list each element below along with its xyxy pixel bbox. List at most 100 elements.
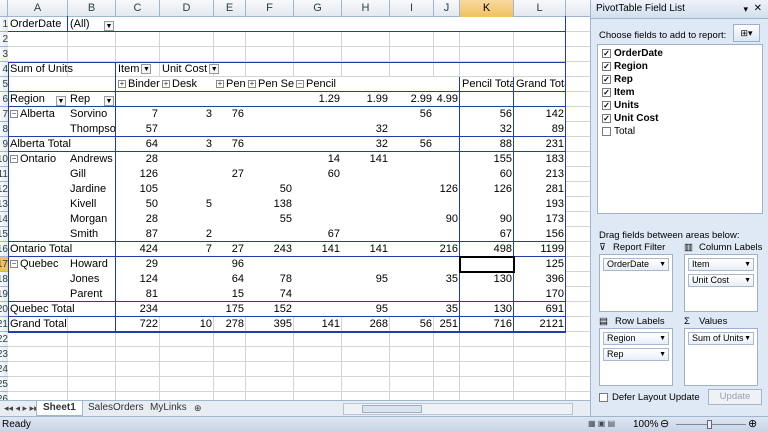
row-header-4[interactable]: 4 [0, 62, 8, 77]
item-binder[interactable]: + Binder [116, 77, 160, 92]
value-cell[interactable]: 28 [116, 152, 160, 167]
value-cell[interactable] [246, 107, 294, 122]
dropdown-arrow-icon[interactable]: ▼ [104, 96, 114, 107]
value-cell[interactable]: 50 [246, 182, 294, 197]
value-cell[interactable] [214, 182, 246, 197]
value-cell[interactable] [460, 197, 514, 212]
value-cell[interactable] [434, 152, 460, 167]
value-cell[interactable]: 35 [434, 302, 460, 317]
value-cell[interactable] [434, 257, 460, 272]
value-cell[interactable]: 32 [460, 122, 514, 137]
field-item-orderdate[interactable]: ✓ OrderDate [598, 47, 762, 60]
row-header-8[interactable]: 8 [0, 122, 8, 137]
value-cell[interactable] [342, 182, 390, 197]
row-header-18[interactable]: 18 [0, 272, 8, 287]
column-header-g[interactable]: G [294, 0, 342, 17]
value-cell[interactable] [390, 122, 434, 137]
rep-label[interactable]: Kivell [68, 197, 116, 212]
value-cell[interactable]: 126 [116, 167, 160, 182]
value-cell[interactable]: 152 [246, 302, 294, 317]
unit-cost-299[interactable]: 2.99 [390, 92, 434, 107]
value-cell[interactable]: 183 [514, 152, 566, 167]
unit-cost-199[interactable]: 1.99 [342, 92, 390, 107]
value-cell[interactable]: 141 [342, 152, 390, 167]
row-header-17[interactable]: 17 [0, 257, 8, 272]
value-cell[interactable]: 141 [342, 242, 390, 257]
row-header-25[interactable]: 25 [0, 377, 8, 392]
value-cell[interactable] [294, 287, 342, 302]
value-cell[interactable]: 10 [160, 317, 214, 332]
row-header-13[interactable]: 13 [0, 197, 8, 212]
row-header-11[interactable]: 11 [0, 167, 8, 182]
value-cell[interactable] [294, 197, 342, 212]
column-header-f[interactable]: F [246, 0, 294, 17]
row-header-3[interactable]: 3 [0, 47, 8, 62]
value-cell[interactable] [342, 107, 390, 122]
tab-salesorders[interactable]: SalesOrders [82, 401, 150, 416]
column-header-c[interactable]: C [116, 0, 160, 17]
field-item-item[interactable]: ✓ Item [598, 86, 762, 99]
value-cell[interactable]: 96 [214, 257, 246, 272]
value-cell[interactable] [390, 257, 434, 272]
field-item-region[interactable]: ✓ Region [598, 60, 762, 73]
value-cell[interactable] [294, 182, 342, 197]
rep-row-field[interactable]: Rep ▼ [68, 92, 116, 107]
value-cell[interactable] [160, 152, 214, 167]
row-header-7[interactable]: 7 [0, 107, 8, 122]
chip-dropdown-icon[interactable]: ▼ [659, 333, 666, 344]
value-cell[interactable]: 498 [460, 242, 514, 257]
row-header-9[interactable]: 9 [0, 137, 8, 152]
value-cell[interactable]: 60 [460, 167, 514, 182]
value-cell[interactable] [390, 227, 434, 242]
expand-icon[interactable]: + [216, 80, 224, 89]
total-label[interactable]: Alberta Total [8, 137, 116, 152]
value-cell[interactable] [294, 257, 342, 272]
value-cell[interactable] [246, 152, 294, 167]
unit-cost-129[interactable]: 1.29 [294, 92, 342, 107]
rep-label[interactable]: Parent [68, 287, 116, 302]
value-cell[interactable]: 56 [390, 137, 434, 152]
chip-dropdown-icon[interactable]: ▼ [744, 333, 751, 344]
orderdate-filter[interactable]: (All) ▼ [68, 17, 116, 32]
value-cell[interactable]: 691 [514, 302, 566, 317]
zoom-slider-thumb[interactable] [707, 420, 712, 429]
value-cell[interactable]: 243 [246, 242, 294, 257]
item-desk[interactable]: + Desk [160, 77, 214, 92]
value-cell[interactable]: 7 [160, 242, 214, 257]
value-cell[interactable]: 35 [434, 272, 460, 287]
value-cell[interactable]: 56 [460, 107, 514, 122]
field-checkbox[interactable]: ✓ [602, 61, 611, 71]
value-cell[interactable] [294, 107, 342, 122]
value-cell[interactable] [160, 182, 214, 197]
horizontal-scrollbar[interactable] [343, 403, 573, 415]
column-header-k[interactable]: K [460, 0, 514, 17]
value-cell[interactable] [160, 272, 214, 287]
value-cell[interactable] [390, 242, 434, 257]
value-cell[interactable]: 95 [342, 272, 390, 287]
total-label[interactable]: Grand Total [8, 317, 116, 332]
grand-total-header[interactable]: Grand Total [514, 77, 566, 92]
close-icon[interactable]: ✕ [754, 0, 762, 18]
rep-label[interactable]: Andrews [68, 152, 116, 167]
value-cell[interactable]: 126 [434, 182, 460, 197]
row-header-6[interactable]: 6 [0, 92, 8, 107]
field-item-rep[interactable]: ✓ Rep [598, 73, 762, 86]
row-header-16[interactable]: 16 [0, 242, 8, 257]
value-cell[interactable] [342, 257, 390, 272]
value-cell[interactable]: 5 [160, 197, 214, 212]
field-checkbox[interactable]: ✓ [602, 87, 611, 97]
value-cell[interactable] [246, 227, 294, 242]
value-cell[interactable] [214, 122, 246, 137]
value-cell[interactable]: 722 [116, 317, 160, 332]
value-cell[interactable] [390, 182, 434, 197]
value-cell[interactable]: 87 [116, 227, 160, 242]
value-cell[interactable]: 3 [160, 107, 214, 122]
area-field-chip[interactable]: Unit Cost ▼ [688, 274, 754, 287]
region-label[interactable]: − Alberta [8, 107, 68, 122]
value-cell[interactable]: 173 [514, 212, 566, 227]
value-cell[interactable]: 29 [116, 257, 160, 272]
panel-menu-icon[interactable]: ▾ [743, 0, 748, 18]
expand-icon[interactable]: + [162, 80, 170, 89]
value-cell[interactable]: 126 [460, 182, 514, 197]
region-row-field[interactable]: Region ▼ [8, 92, 68, 107]
